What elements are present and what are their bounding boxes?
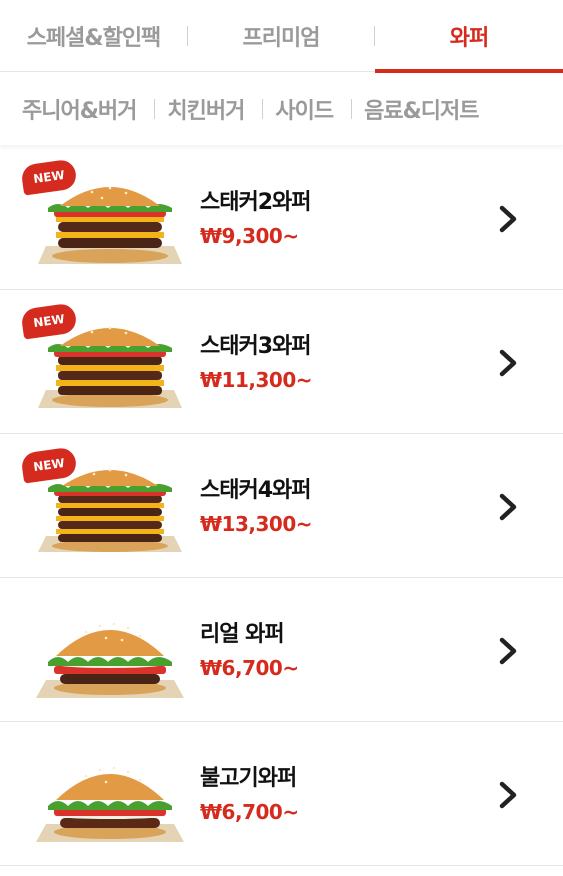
- tab-special-discount[interactable]: 스페셜&할인팩: [0, 0, 187, 72]
- menu-item-price: ₩11,300~: [200, 368, 313, 392]
- tab-label: 와퍼: [449, 25, 489, 51]
- subtab-junior-burger[interactable]: 주니어&버거: [22, 93, 137, 125]
- real-whopper-image: [36, 622, 184, 698]
- subtab-divider: [154, 99, 156, 119]
- subtab-chicken-burger[interactable]: 치킨버거: [167, 93, 245, 125]
- subtab-divider: [351, 99, 353, 119]
- chevron-right-icon: [499, 637, 517, 665]
- menu-item-name: 불고기와퍼: [200, 766, 297, 791]
- menu-item-price: ₩9,300~: [200, 224, 299, 248]
- tab-premium[interactable]: 프리미엄: [187, 0, 375, 72]
- tab-whopper[interactable]: 와퍼: [375, 0, 563, 73]
- menu-item-name: 스태커2와퍼: [200, 190, 312, 215]
- subtab-divider: [262, 99, 264, 119]
- subtab-drink-dessert[interactable]: 음료&디저트: [364, 93, 479, 125]
- chevron-right-icon: [499, 781, 517, 809]
- tab-label: 스페셜&할인팩: [26, 25, 162, 51]
- menu-item-price: ₩13,300~: [200, 512, 313, 536]
- category-tab-bar: 스페셜&할인팩 프리미엄 와퍼: [0, 0, 563, 73]
- menu-item-stacker3[interactable]: NEW 스태커3와퍼 ₩11,300~: [0, 290, 563, 434]
- menu-item-real-whopper[interactable]: 리얼 와퍼 ₩6,700~: [0, 578, 563, 722]
- menu-item-stacker4[interactable]: NEW 스태커4와퍼 ₩13,300~: [0, 434, 563, 578]
- chevron-right-icon: [499, 493, 517, 521]
- menu-item-price: ₩6,700~: [200, 800, 299, 824]
- menu-item-name: 리얼 와퍼: [200, 622, 285, 647]
- chevron-right-icon: [499, 205, 517, 233]
- subtab-side[interactable]: 사이드: [275, 93, 334, 125]
- subcategory-tab-bar: 주니어&버거 치킨버거 사이드 음료&디저트: [0, 73, 563, 145]
- menu-item-bulgogi-whopper[interactable]: 불고기와퍼 ₩6,700~: [0, 722, 563, 866]
- chevron-right-icon: [499, 349, 517, 377]
- menu-item-stacker2[interactable]: NEW 스태커2와퍼 ₩9,300~: [0, 146, 563, 290]
- menu-item-name: 스태커4와퍼: [200, 478, 312, 503]
- tab-label: 프리미엄: [242, 25, 321, 51]
- bulgogi-whopper-image: [36, 766, 184, 842]
- menu-item-name: 스태커3와퍼: [200, 334, 312, 359]
- menu-list: NEW 스태커2와퍼 ₩9,300~ NEW 스태커3와퍼 ₩11,300~ N…: [0, 146, 563, 866]
- menu-item-price: ₩6,700~: [200, 656, 299, 680]
